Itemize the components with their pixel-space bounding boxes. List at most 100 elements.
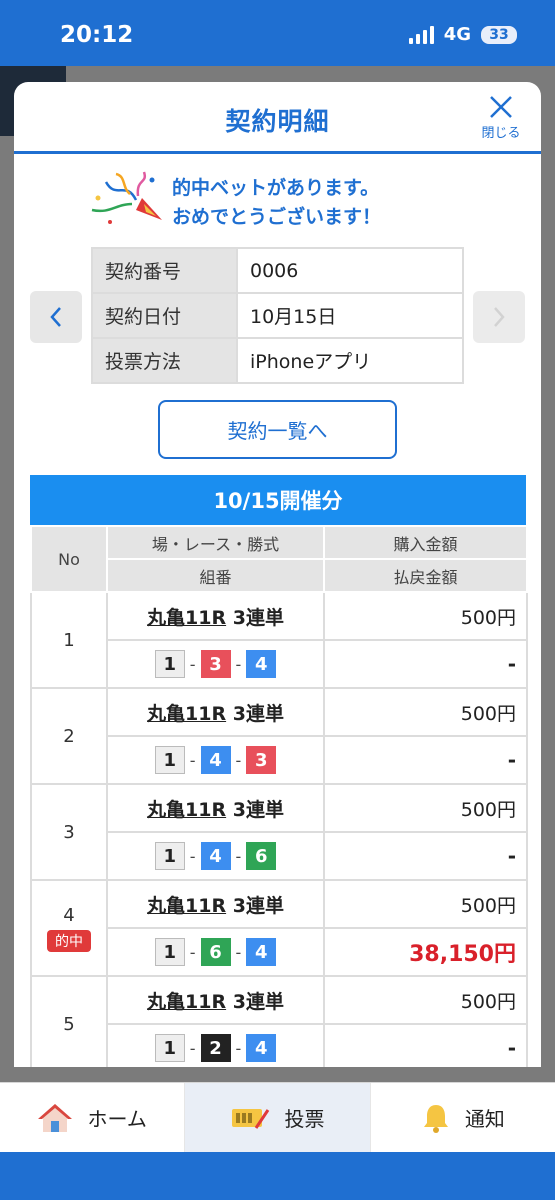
win-banner: 的中ベットがあります。 おめでとうございます！ (14, 170, 541, 230)
info-row: 投票方法 iPhoneアプリ (91, 337, 464, 384)
header-amount: 購入金額 (323, 525, 528, 560)
signal-icon (408, 25, 434, 44)
contract-info-table: 契約番号 0006 契約日付 10月15日 投票方法 iPhoneアプリ (91, 247, 464, 384)
boat-number-chip: 4 (246, 1034, 277, 1062)
boat-number-chip: 4 (200, 746, 231, 774)
bet-number-cell: 2 (30, 687, 108, 785)
contract-list-button[interactable]: 契約一覧へ (158, 400, 397, 459)
race-link[interactable]: 丸亀11R (147, 607, 226, 629)
network-label: 4G (443, 24, 471, 45)
info-value: 0006 (236, 247, 464, 294)
header-no: No (30, 525, 108, 593)
race-cell: 丸亀11R 3連単 (106, 879, 325, 929)
chevron-left-icon (50, 307, 61, 327)
bet-number: 2 (63, 725, 75, 747)
purchase-amount: 500円 (323, 783, 528, 833)
win-message: 的中ベットがあります。 おめでとうございます！ (172, 174, 381, 232)
purchase-amount: 500円 (323, 879, 528, 929)
header-race: 場・レース・勝式 (106, 525, 325, 560)
win-message-line1: 的中ベットがあります。 (172, 177, 380, 199)
contract-detail-modal: 契約明細 閉じる 的中ベットがあります。 おめでとうございます！ 契約番号 00… (14, 82, 541, 1067)
bet-row: 4 的中 丸亀11R 3連単 500円 (30, 879, 528, 977)
ticket-icon (232, 1108, 270, 1129)
bet-table: No 場・レース・勝式 購入金額 組番 払戻金額 1 丸亀11R 3連単 500円 1… (30, 525, 528, 1067)
bet-number-cell: 3 (30, 783, 108, 881)
race-cell: 丸亀11R 3連単 (106, 687, 325, 737)
header-payout: 払戻金額 (323, 558, 528, 593)
next-contract-button[interactable] (473, 291, 525, 343)
purchase-amount: 500円 (323, 591, 528, 641)
modal-title: 契約明細 (225, 107, 330, 136)
close-label: 閉じる (481, 126, 521, 141)
race-link[interactable]: 丸亀11R (147, 799, 226, 821)
bet-number: 1 (63, 629, 75, 651)
bet-number: 5 (63, 1013, 75, 1035)
combination: 1-4-3 (154, 746, 277, 774)
bet-type: 3連単 (232, 798, 284, 821)
bet-type: 3連単 (232, 606, 284, 629)
tab-label: 投票 (284, 1107, 325, 1131)
purchase-amount: 500円 (323, 687, 528, 737)
combo-separator: - (189, 942, 196, 962)
tab-home[interactable]: ホーム (0, 1083, 186, 1152)
combination: 1-6-4 (154, 938, 277, 966)
combo-separator: - (189, 1038, 196, 1058)
hit-badge: 的中 (47, 929, 91, 952)
combo-separator: - (235, 750, 242, 770)
race-cell: 丸亀11R 3連単 (106, 591, 325, 641)
tab-label: ホーム (87, 1107, 147, 1131)
table-header-row: No 場・レース・勝式 購入金額 (30, 525, 528, 593)
info-label: 契約日付 (91, 292, 238, 339)
combination: 1-4-6 (154, 842, 277, 870)
payout-amount: - (323, 735, 528, 785)
payout-amount: 38,150円 (323, 927, 528, 977)
race-link[interactable]: 丸亀11R (147, 991, 226, 1013)
combo-separator: - (189, 846, 196, 866)
combo-cell: 1-2-4 (106, 1023, 325, 1067)
section-title: 10/15開催分 (30, 475, 526, 525)
tab-label: 通知 (464, 1107, 505, 1131)
header-combo: 組番 (106, 558, 325, 593)
boat-number-chip: 2 (200, 1034, 231, 1062)
bell-icon (423, 1104, 448, 1133)
prev-contract-button[interactable] (30, 291, 82, 343)
boat-number-chip: 4 (246, 938, 277, 966)
boat-number-chip: 6 (246, 842, 277, 870)
boat-number-chip: 6 (200, 938, 231, 966)
bet-row: 1 丸亀11R 3連単 500円 (30, 591, 528, 689)
close-button[interactable]: 閉じる (473, 94, 529, 146)
race-link[interactable]: 丸亀11R (147, 703, 226, 725)
chevron-right-icon (494, 307, 505, 327)
boat-number-chip: 1 (154, 842, 185, 870)
race-cell: 丸亀11R 3連単 (106, 783, 325, 833)
boat-number-chip: 3 (246, 746, 277, 774)
home-icon (38, 1103, 73, 1132)
combination: 1-2-4 (154, 1034, 277, 1062)
bet-row: 2 丸亀11R 3連単 500円 (30, 687, 528, 785)
race-cell: 丸亀11R 3連単 (106, 975, 325, 1025)
battery-icon: 33 (481, 25, 517, 44)
boat-number-chip: 1 (154, 650, 185, 678)
bet-number-cell: 1 (30, 591, 108, 689)
race-link[interactable]: 丸亀11R (147, 895, 226, 917)
info-label: 契約番号 (91, 247, 238, 294)
status-indicators: 4G 33 (408, 24, 517, 45)
bet-number-cell: 5 (30, 975, 108, 1067)
win-message-line2: おめでとうございます！ (172, 206, 382, 228)
tab-notifications[interactable]: 通知 (371, 1083, 555, 1152)
info-value: iPhoneアプリ (236, 337, 464, 384)
bet-type: 3連単 (232, 894, 284, 917)
boat-number-chip: 3 (200, 650, 231, 678)
close-icon (490, 96, 512, 118)
tab-vote[interactable]: 投票 (185, 1083, 371, 1152)
combo-separator: - (189, 654, 196, 674)
combination: 1-3-4 (154, 650, 277, 678)
status-bar: 20:12 4G 33 (0, 0, 555, 66)
bet-number: 4 (63, 904, 75, 926)
combo-separator: - (235, 654, 242, 674)
payout-amount: - (323, 831, 528, 881)
combo-separator: - (189, 750, 196, 770)
boat-number-chip: 1 (154, 746, 185, 774)
boat-number-chip: 1 (154, 938, 185, 966)
payout-amount: - (323, 639, 528, 689)
